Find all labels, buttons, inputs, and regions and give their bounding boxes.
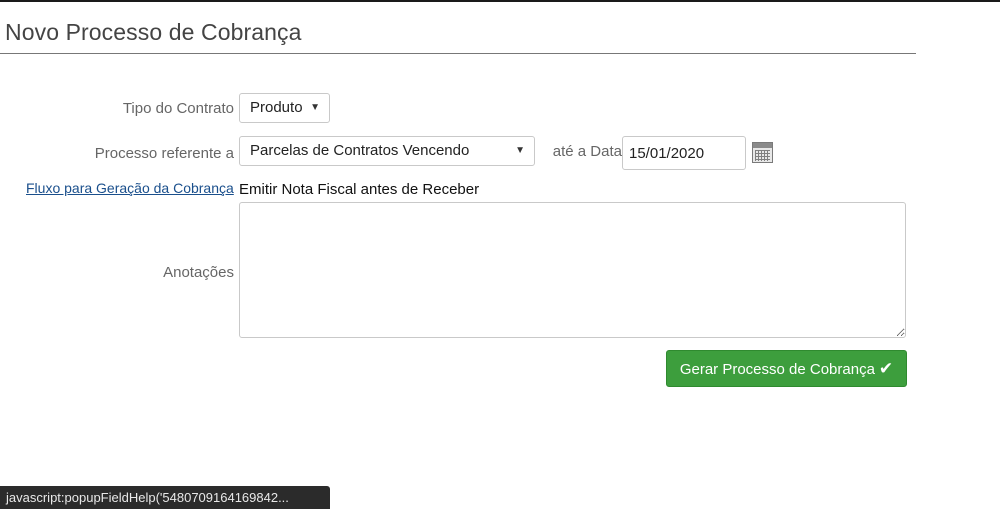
checkmark-icon: ✔ — [878, 359, 894, 378]
page-title: Novo Processo de Cobrança — [5, 19, 302, 45]
calendar-icon[interactable] — [752, 142, 773, 163]
flow-help-link[interactable]: Fluxo para Geração da Cobrança — [26, 180, 234, 196]
calendar-icon-header — [753, 143, 772, 148]
process-value: Parcelas de Contratos Vencendo — [250, 142, 470, 159]
process-select[interactable]: Parcelas de Contratos Vencendo ▼ — [239, 136, 535, 166]
chevron-down-icon: ▼ — [515, 145, 525, 156]
title-divider — [0, 53, 916, 54]
notes-label: Anotações — [163, 264, 234, 281]
notes-textarea[interactable] — [239, 202, 906, 338]
contract-type-select[interactable]: Produto ▼ — [239, 93, 330, 123]
process-label: Processo referente a — [94, 145, 234, 162]
page: Novo Processo de Cobrança Tipo do Contra… — [0, 0, 1000, 509]
until-date-label: até a Data — [552, 143, 622, 160]
browser-status-bar: javascript:popupFieldHelp('5480709164169… — [0, 486, 330, 509]
chevron-down-icon: ▼ — [310, 102, 320, 113]
calendar-icon-grid — [755, 150, 770, 161]
top-border — [0, 0, 1000, 2]
contract-type-value: Produto — [250, 99, 303, 116]
submit-button-label: Gerar Processo de Cobrança — [679, 361, 875, 378]
until-date-input[interactable] — [622, 136, 746, 170]
generate-billing-process-button[interactable]: Gerar Processo de Cobrança ✔ — [666, 350, 907, 387]
contract-type-label: Tipo do Contrato — [122, 100, 234, 117]
flow-value: Emitir Nota Fiscal antes de Receber — [239, 181, 480, 198]
